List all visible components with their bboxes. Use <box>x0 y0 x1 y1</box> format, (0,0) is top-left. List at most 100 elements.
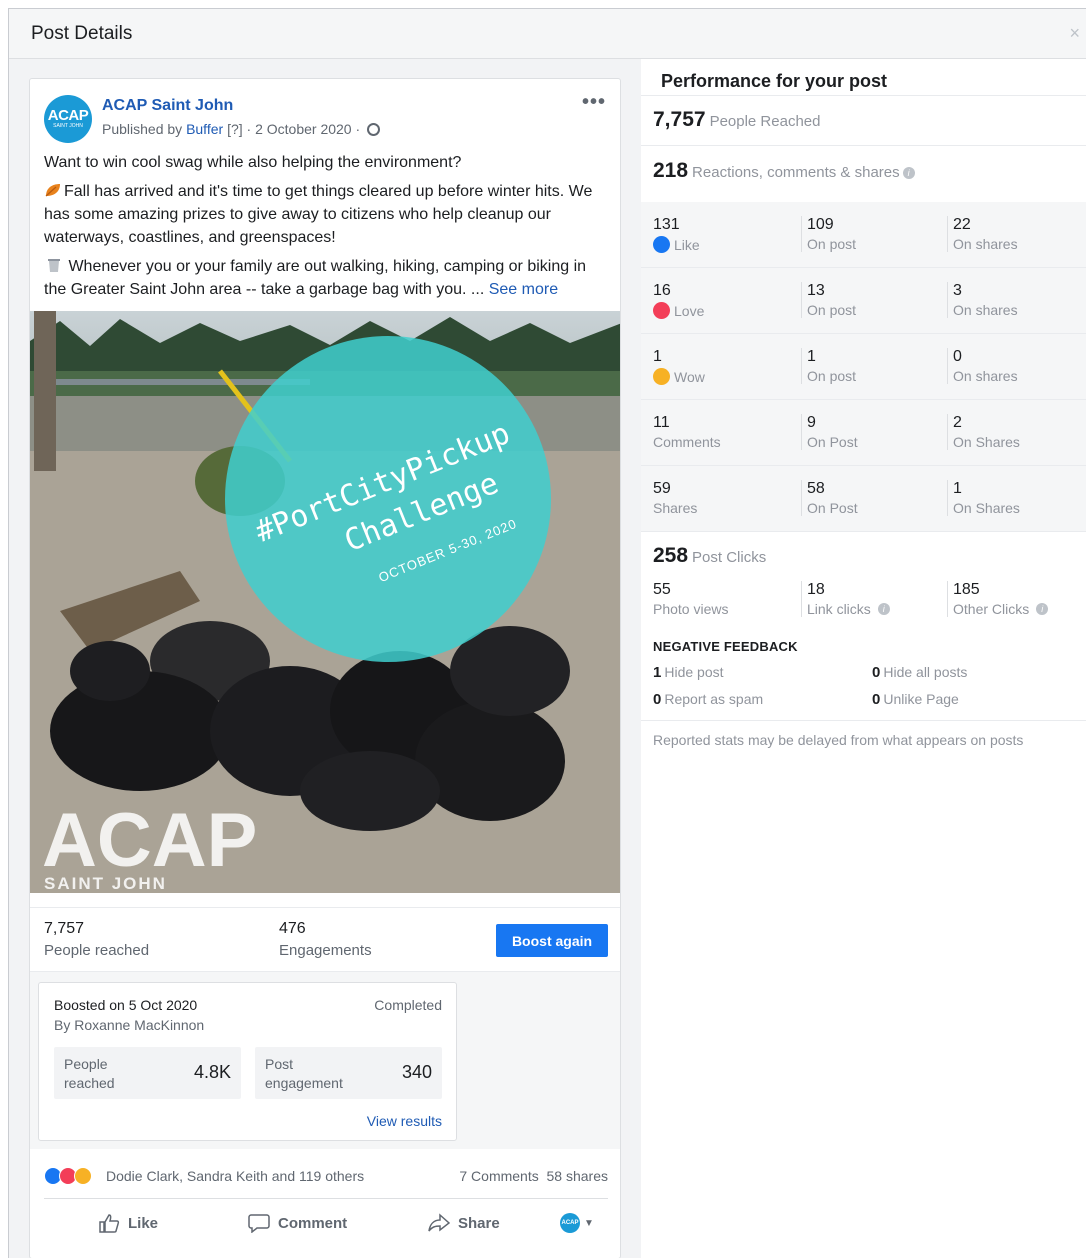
comments-shares: 2 <box>953 414 962 431</box>
boosted-on-text: Boosted on 5 Oct 2020 <box>54 997 198 1013</box>
wow-total: 1 <box>653 348 662 365</box>
like-total-label: Like <box>674 236 700 253</box>
modal-header: Post Details × <box>9 9 1086 59</box>
post-actions: Like Comment Share ACAP ▼ <box>30 1203 620 1247</box>
unlike-value: 0 <box>872 691 881 708</box>
boost-people-value: 4.8K <box>193 1062 231 1082</box>
like-shares-cell: 22 On shares <box>953 202 1083 268</box>
spam-label: Report as spam <box>664 691 764 707</box>
performance-title: Performance for your post <box>661 71 888 91</box>
info-icon[interactable]: i <box>877 603 890 615</box>
image-watermark: ACAP <box>42 798 257 883</box>
link-clicks-label: Link clicks <box>807 601 871 617</box>
other-clicks-label: Other Clicks <box>953 601 1030 617</box>
love-shares: 3 <box>953 282 962 299</box>
view-results-link[interactable]: View results <box>367 1113 442 1129</box>
shares-count[interactable]: 58 shares <box>547 1168 608 1184</box>
hide-post-value: 1 <box>653 664 662 681</box>
people-reached-value: 7,757 <box>44 920 85 937</box>
love-icon <box>653 302 670 319</box>
comments-total-cell: 11 Comments <box>653 400 793 466</box>
hide-all-value: 0 <box>872 664 881 681</box>
boost-summary-card: Boosted on 5 Oct 2020 By Roxanne MacKinn… <box>38 982 457 1141</box>
chevron-down-icon: ▼ <box>584 1217 594 1229</box>
people-reached-section: 7,757 People Reached <box>641 95 1086 145</box>
breakdown-row-comments: 11 Comments 9 On Post 2 On Shares <box>641 400 1086 466</box>
wastebasket-icon <box>48 259 60 272</box>
hide-all-label: Hide all posts <box>883 664 968 680</box>
post-clicks-label: Post Clicks <box>692 549 767 566</box>
link-clicks-label-wrap: Link clicks i <box>807 601 890 617</box>
divider <box>801 216 802 252</box>
post-card: ACAP SAINT JOHN ACAP Saint John Publishe… <box>29 78 621 1258</box>
page-name-link[interactable]: ACAP Saint John <box>102 97 233 115</box>
comments-total: 11 <box>653 414 670 431</box>
comments-total-label: Comments <box>653 434 721 450</box>
unlike-stat: 0 Unlike Page <box>872 691 959 708</box>
post-details-modal: Post Details × ACAP SAINT JOHN ACAP Sain… <box>8 8 1086 1258</box>
hide-post-stat: 1 Hide post <box>653 664 724 681</box>
engagements-value: 476 <box>279 920 306 937</box>
like-shares: 22 <box>953 216 971 233</box>
share-button[interactable]: Share <box>428 1213 500 1233</box>
post-image[interactable]: #PortCityPickup Challenge OCTOBER 5-30, … <box>30 311 620 893</box>
love-total-label: Love <box>674 302 705 319</box>
more-options-icon[interactable]: ••• <box>582 91 606 114</box>
reactions-summary: Dodie Clark, Sandra Keith and 119 others… <box>44 1161 608 1199</box>
boost-engagement-value: 340 <box>401 1062 432 1082</box>
boost-status: Completed <box>374 997 442 1013</box>
photo-views-label: Photo views <box>653 601 729 617</box>
globe-icon <box>367 123 381 136</box>
close-icon[interactable]: × <box>1069 23 1080 44</box>
divider <box>947 282 948 318</box>
publisher-link[interactable]: Buffer <box>186 121 223 137</box>
performance-panel: Performance for your post 7,757 People Re… <box>641 59 1086 1258</box>
comment-button[interactable]: Comment <box>248 1213 347 1233</box>
page-avatar[interactable]: ACAP SAINT JOHN <box>44 95 92 143</box>
divider <box>641 720 1086 721</box>
cleanup-photo: #PortCityPickup Challenge OCTOBER 5-30, … <box>30 311 620 893</box>
post-meta: Published by Buffer [?] · 2 October 2020… <box>102 121 381 137</box>
reaction-names[interactable]: Dodie Clark, Sandra Keith and 119 others <box>106 1168 364 1184</box>
wow-shares: 0 <box>953 348 962 365</box>
photo-views-value: 55 <box>653 581 671 598</box>
wow-reaction-icon <box>74 1167 92 1185</box>
unlike-label: Unlike Page <box>883 691 959 707</box>
engagements-label: Engagements <box>279 942 372 959</box>
photo-views-cell: 55 Photo views <box>653 567 793 633</box>
help-marker[interactable]: [?] <box>227 121 243 137</box>
boosted-by-text: By Roxanne MacKinnon <box>54 1017 205 1033</box>
like-button[interactable]: Like <box>98 1213 158 1233</box>
love-total-label-wrap: Love <box>653 302 704 319</box>
other-clicks-label-wrap: Other Clicks i <box>953 601 1049 617</box>
shares-total-cell: 59 Shares <box>653 466 793 532</box>
other-clicks-cell: 185 Other Clicks i <box>953 567 1083 633</box>
image-watermark-sub: SAINT JOHN <box>44 874 167 893</box>
see-more-link[interactable]: See more <box>489 281 558 298</box>
divider <box>947 581 948 617</box>
divider <box>947 216 948 252</box>
info-icon[interactable]: i <box>1036 603 1049 615</box>
people-reached-label: People reached <box>44 942 150 959</box>
shares-total-label: Shares <box>653 500 698 516</box>
boost-people-reached: People reached 4.8K <box>54 1047 241 1099</box>
post-clicks-line: 258 Post Clicks <box>653 544 766 568</box>
avatar-text: ACAP <box>47 107 89 124</box>
boost-again-button[interactable]: Boost again <box>496 924 608 957</box>
perf-rcs-value: 218 <box>653 159 689 182</box>
info-icon[interactable]: i <box>902 167 915 179</box>
like-post: 109 <box>807 216 834 233</box>
post-stats-row: 7,757 People reached 476 Engagements Boo… <box>30 907 620 971</box>
comments-count[interactable]: 7 Comments <box>459 1168 538 1184</box>
wow-post: 1 <box>807 348 816 365</box>
wow-post-label: On post <box>807 368 857 384</box>
published-prefix: Published by <box>102 121 183 137</box>
love-post-cell: 13 On post <box>807 268 937 334</box>
divider <box>801 480 802 516</box>
post-date[interactable]: · 2 October 2020 · <box>247 121 361 137</box>
link-clicks-value: 18 <box>807 581 825 598</box>
like-post-cell: 109 On post <box>807 202 937 268</box>
post-as-selector[interactable]: ACAP ▼ <box>560 1213 594 1233</box>
wow-total-label-wrap: Wow <box>653 368 705 385</box>
wow-total-cell: 1 Wow <box>653 334 793 400</box>
